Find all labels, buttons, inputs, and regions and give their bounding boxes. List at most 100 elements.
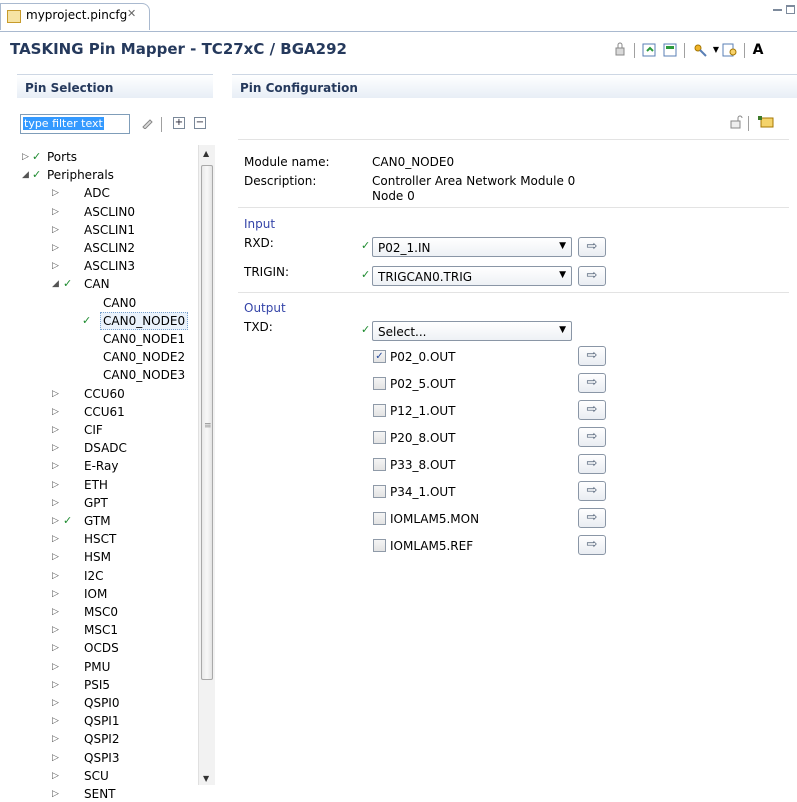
- txd-goto-button[interactable]: ⇨: [578, 508, 606, 528]
- collapsed-twistie-icon[interactable]: ▷: [52, 184, 59, 202]
- tree-scrollbar[interactable]: ▲ ≡ ▼: [198, 145, 215, 785]
- tree-item-can0_node3[interactable]: CAN0_NODE3: [17, 366, 197, 384]
- font-icon[interactable]: A: [750, 42, 766, 58]
- checkbox[interactable]: [373, 377, 386, 390]
- tree-item-qspi0[interactable]: ▷ QSPI0: [17, 694, 197, 712]
- tree-item-hsm[interactable]: ▷ HSM: [17, 548, 197, 566]
- tree-item-sent[interactable]: ▷ SENT: [17, 785, 197, 802]
- export-icon[interactable]: [662, 42, 678, 58]
- tree-item-adc[interactable]: ▷ ADC: [17, 184, 197, 202]
- tree-item-msc0[interactable]: ▷ MSC0: [17, 603, 197, 621]
- collapsed-twistie-icon[interactable]: ▷: [52, 548, 59, 566]
- minimize-icon[interactable]: [773, 5, 782, 11]
- tree-item-gpt[interactable]: ▷ GPT: [17, 494, 197, 512]
- tree-item-e-ray[interactable]: ▷ E-Ray: [17, 457, 197, 475]
- tree-item-qspi1[interactable]: ▷ QSPI1: [17, 712, 197, 730]
- collapsed-twistie-icon[interactable]: ▷: [52, 621, 59, 639]
- collapsed-twistie-icon[interactable]: ▷: [52, 730, 59, 748]
- wizard-icon[interactable]: [692, 42, 708, 58]
- collapsed-twistie-icon[interactable]: ▷: [52, 712, 59, 730]
- checkbox[interactable]: [373, 512, 386, 525]
- tree-item-scu[interactable]: ▷ SCU: [17, 767, 197, 785]
- trigin-goto-button[interactable]: ⇨: [578, 266, 606, 286]
- collapsed-twistie-icon[interactable]: ▷: [52, 785, 59, 802]
- collapsed-twistie-icon[interactable]: ▷: [52, 494, 59, 512]
- collapse-all-icon[interactable]: −: [194, 117, 206, 129]
- collapsed-twistie-icon[interactable]: ▷: [52, 421, 59, 439]
- expanded-twistie-icon[interactable]: ◢: [22, 166, 29, 184]
- tree-item-qspi2[interactable]: ▷ QSPI2: [17, 730, 197, 748]
- tree-item-hsct[interactable]: ▷ HSCT: [17, 530, 197, 548]
- tree-item-qspi3[interactable]: ▷ QSPI3: [17, 749, 197, 767]
- collapsed-twistie-icon[interactable]: ▷: [52, 585, 59, 603]
- filter-input[interactable]: type filter text: [20, 114, 130, 134]
- tree-item-i2c[interactable]: ▷ I2C: [17, 567, 197, 585]
- tree-item-psi5[interactable]: ▷ PSI5: [17, 676, 197, 694]
- txd-goto-button[interactable]: ⇨: [578, 427, 606, 447]
- unlock-icon[interactable]: [729, 115, 743, 132]
- tree-item-msc1[interactable]: ▷ MSC1: [17, 621, 197, 639]
- tree-item-ocds[interactable]: ▷ OCDS: [17, 639, 197, 657]
- scroll-up-icon[interactable]: ▲: [203, 149, 209, 158]
- tree-item-dsadc[interactable]: ▷ DSADC: [17, 439, 197, 457]
- expanded-twistie-icon[interactable]: ◢: [52, 275, 59, 293]
- scrollbar-thumb[interactable]: ≡: [201, 165, 213, 680]
- tree-item-asclin3[interactable]: ▷ ASCLIN3: [17, 257, 197, 275]
- refresh-config-icon[interactable]: [642, 42, 658, 58]
- collapsed-twistie-icon[interactable]: ▷: [52, 658, 59, 676]
- checkbox[interactable]: [373, 539, 386, 552]
- tree-item-can0_node1[interactable]: CAN0_NODE1: [17, 330, 197, 348]
- txd-goto-button[interactable]: ⇨: [578, 481, 606, 501]
- collapsed-twistie-icon[interactable]: ▷: [52, 767, 59, 785]
- txd-select[interactable]: Select... ▼: [372, 321, 572, 341]
- collapsed-twistie-icon[interactable]: ▷: [52, 385, 59, 403]
- collapsed-twistie-icon[interactable]: ▷: [52, 749, 59, 767]
- collapsed-twistie-icon[interactable]: ▷: [52, 676, 59, 694]
- tree-item-asclin2[interactable]: ▷ ASCLIN2: [17, 239, 197, 257]
- tree-item-asclin1[interactable]: ▷ ASCLIN1: [17, 221, 197, 239]
- collapsed-twistie-icon[interactable]: ▷: [52, 221, 59, 239]
- tree-item-can0[interactable]: CAN0: [17, 294, 197, 312]
- collapsed-twistie-icon[interactable]: ▷: [52, 257, 59, 275]
- collapsed-twistie-icon[interactable]: ▷: [52, 512, 59, 530]
- txd-goto-button[interactable]: ⇨: [578, 346, 606, 366]
- tree-item-cif[interactable]: ▷ CIF: [17, 421, 197, 439]
- collapsed-twistie-icon[interactable]: ▷: [52, 476, 59, 494]
- rxd-goto-button[interactable]: ⇨: [578, 237, 606, 257]
- checkbox-checked[interactable]: ✓: [373, 350, 386, 363]
- tree-item-asclin0[interactable]: ▷ ASCLIN0: [17, 203, 197, 221]
- collapsed-twistie-icon[interactable]: ▷: [52, 203, 59, 221]
- tree-item-iom[interactable]: ▷ IOM: [17, 585, 197, 603]
- txd-goto-button[interactable]: ⇨: [578, 454, 606, 474]
- collapsed-twistie-icon[interactable]: ▷: [52, 639, 59, 657]
- tree-item-can0_node2[interactable]: CAN0_NODE2: [17, 348, 197, 366]
- tree-item-ports[interactable]: ▷ ✓ Ports: [17, 148, 197, 166]
- collapsed-twistie-icon[interactable]: ▷: [52, 439, 59, 457]
- pin-config-icon[interactable]: [757, 115, 775, 132]
- tree-item-peripherals[interactable]: ◢ ✓ Peripherals: [17, 166, 197, 184]
- scroll-down-icon[interactable]: ▼: [203, 774, 209, 783]
- expand-all-icon[interactable]: +: [173, 117, 185, 129]
- collapsed-twistie-icon[interactable]: ▷: [52, 457, 59, 475]
- txd-goto-button[interactable]: ⇨: [578, 373, 606, 393]
- tree-item-gtm[interactable]: ▷ ✓ GTM: [17, 512, 197, 530]
- collapsed-twistie-icon[interactable]: ▷: [52, 694, 59, 712]
- search-config-icon[interactable]: [722, 42, 738, 58]
- checkbox[interactable]: [373, 431, 386, 444]
- collapsed-twistie-icon[interactable]: ▷: [52, 567, 59, 585]
- collapsed-twistie-icon[interactable]: ▷: [52, 530, 59, 548]
- tree-item-pmu[interactable]: ▷ PMU: [17, 658, 197, 676]
- collapsed-twistie-icon[interactable]: ▷: [52, 239, 59, 257]
- maximize-icon[interactable]: [786, 5, 795, 14]
- editor-tab[interactable]: myproject.pincfg ✕: [0, 3, 150, 30]
- close-icon[interactable]: ✕: [127, 7, 136, 20]
- tree-item-ccu60[interactable]: ▷ CCU60: [17, 385, 197, 403]
- rxd-select[interactable]: P02_1.IN ▼: [372, 237, 572, 257]
- tree-item-can0_node0[interactable]: ✓ CAN0_NODE0: [17, 311, 197, 330]
- clear-filter-icon[interactable]: [141, 117, 153, 130]
- txd-goto-button[interactable]: ⇨: [578, 535, 606, 555]
- checkbox[interactable]: [373, 404, 386, 417]
- checkbox[interactable]: [373, 485, 386, 498]
- collapsed-twistie-icon[interactable]: ▷: [52, 603, 59, 621]
- txd-goto-button[interactable]: ⇨: [578, 400, 606, 420]
